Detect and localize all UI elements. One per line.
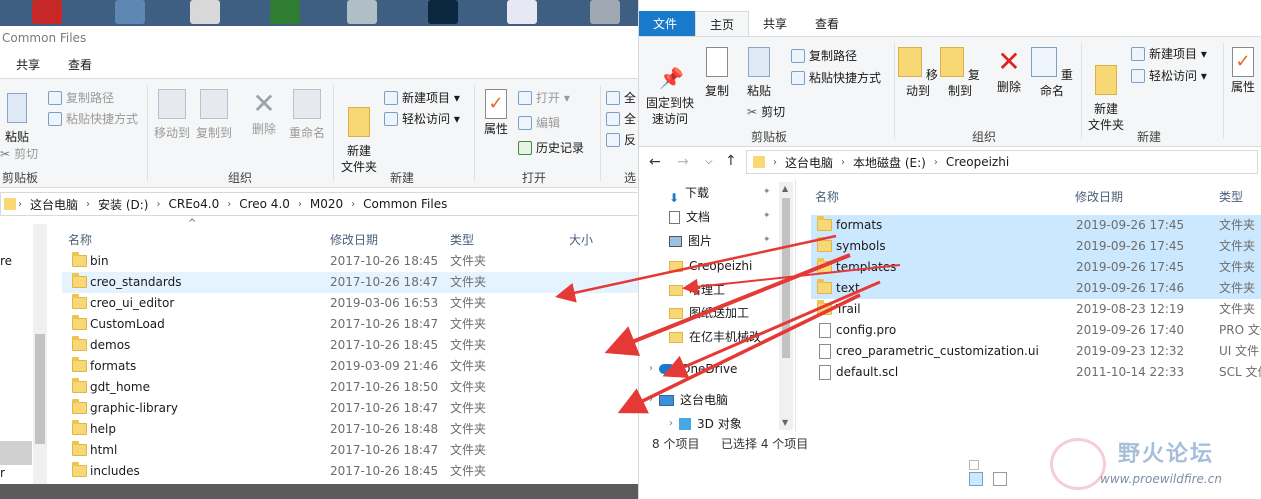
watermark-title: 野火论坛 xyxy=(1118,442,1215,467)
arrow-text-2 xyxy=(617,293,861,414)
annotation-arrows xyxy=(555,234,901,414)
arrow-templates xyxy=(682,264,901,295)
arrow-symbols xyxy=(604,253,851,356)
watermark-logo-icon xyxy=(1050,438,1106,490)
watermark-url: www.proewildfire.cn xyxy=(1100,472,1222,486)
arrow-text xyxy=(662,280,881,378)
